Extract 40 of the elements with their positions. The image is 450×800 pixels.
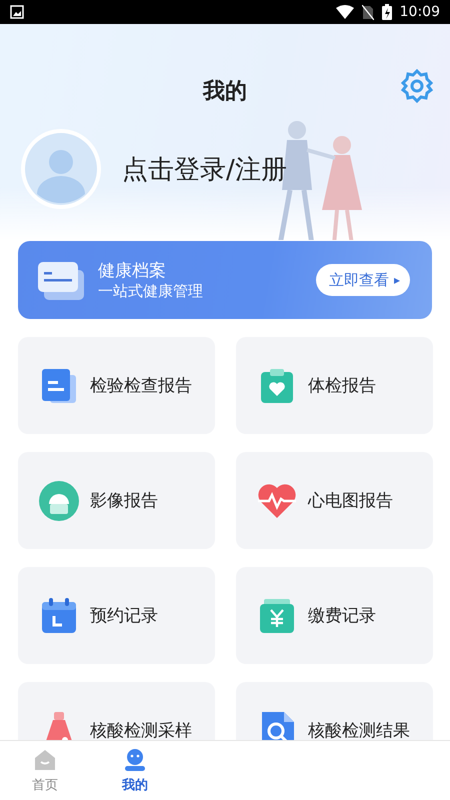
health-record-banner[interactable]: 健康档案 一站式健康管理 立即查看 ▸ [18,241,432,319]
service-card[interactable]: 预约记录 [18,567,215,664]
service-card[interactable]: 缴费记录 [236,567,433,664]
service-label: 预约记录 [90,605,158,627]
service-label: 缴费记录 [308,605,376,627]
view-now-button[interactable]: 立即查看 ▸ [316,264,410,296]
page-title: 我的 [203,78,247,104]
calendar-icon [40,596,78,634]
image-icon [10,5,24,19]
clipboard-heart-icon [258,366,296,404]
service-card[interactable]: 检验检查报告 [18,337,215,434]
service-label: 检验检查报告 [90,375,192,397]
nav-tab[interactable]: 首页 [0,741,90,800]
service-card[interactable]: 影像报告 [18,452,215,549]
imaging-icon [38,480,80,522]
service-label: 核酸检测采样 [90,720,192,740]
service-card[interactable]: 体检报告 [236,337,433,434]
service-label: 核酸检测结果 [308,720,410,740]
login-link[interactable]: 点击登录/注册 [122,152,287,186]
no-sim-icon [362,4,374,20]
battery-charging-icon [382,4,392,20]
yuan-wallet-icon [258,596,296,634]
service-label: 影像报告 [90,490,158,512]
service-card[interactable]: 核酸检测结果 [236,682,433,740]
service-label: 心电图报告 [308,490,393,512]
status-time: 10:09 [400,4,440,20]
banner-subtitle: 一站式健康管理 [98,282,204,301]
banner-title: 健康档案 [98,260,167,282]
service-label: 体检报告 [308,375,376,397]
service-card[interactable]: 核酸检测采样 [18,682,215,740]
wifi-icon [336,5,354,19]
avatar-icon[interactable] [20,128,102,210]
nav-tab[interactable]: 我的 [90,741,180,800]
person-icon [123,748,147,772]
service-card[interactable]: 心电图报告 [236,452,433,549]
home-icon [33,748,57,772]
settings-icon[interactable] [399,68,435,104]
card-icon [38,260,84,300]
heart-pulse-icon [256,482,298,520]
report-icon [40,366,78,404]
